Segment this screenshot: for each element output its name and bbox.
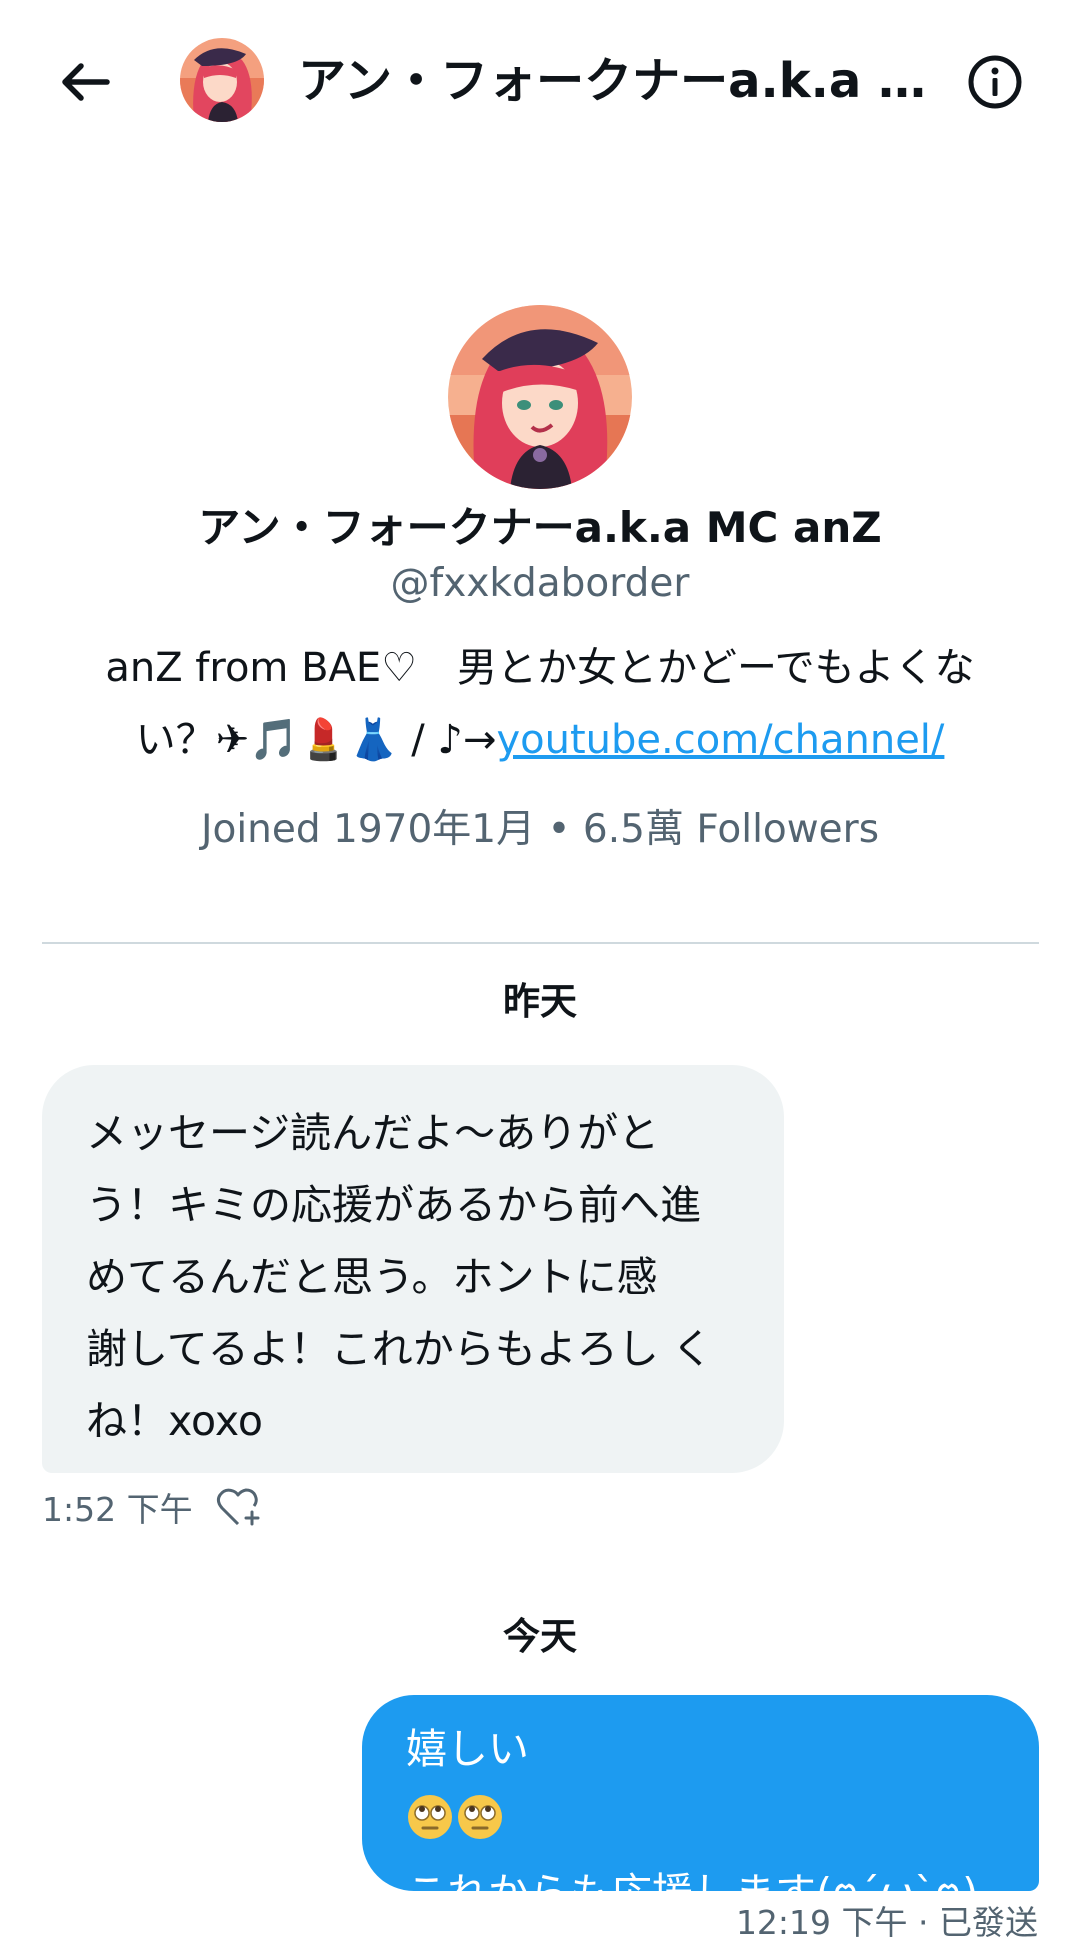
profile-name: アン・フォークナーa.k.a MC anZ	[198, 503, 882, 552]
date-separator-today: 今天	[503, 1615, 577, 1658]
bio-link[interactable]: youtube.com/channel/	[496, 717, 944, 763]
profile-avatar[interactable]	[448, 305, 632, 489]
back-button[interactable]	[55, 52, 115, 112]
followers-count[interactable]: 6.5萬 Followers	[583, 807, 879, 852]
message-text: メッセージ読んだよ〜ありがと う！キミの応援があるから前へ進 めてるんだと思う。…	[86, 1097, 744, 1457]
message-line: ね！xoxo	[86, 1397, 263, 1445]
arrow-left-icon	[62, 63, 110, 101]
message-time: 1:52 下午	[42, 1490, 193, 1529]
conversation-title[interactable]: アン・フォークナーa.k.a MC anZ	[298, 48, 953, 114]
outgoing-message-bubble[interactable]: 嬉しい これからも応援します(ฅ´ω`ฅ)	[362, 1695, 1039, 1917]
message-line-text: 嬉しい	[406, 1725, 529, 1773]
profile-bio: anZ from BAE♡ 男とか女とかどーでもよくな い？✈🎵💄👗 / ♪→y…	[60, 632, 1020, 776]
bio-line: い？✈🎵💄👗 / ♪→youtube.com/channel/	[60, 704, 1020, 776]
info-circle-icon	[968, 55, 1022, 109]
bio-line: anZ from BAE♡ 男とか女とかどーでもよくな	[105, 645, 975, 691]
divider	[42, 942, 1039, 944]
message-line: 嬉しい	[406, 1713, 1009, 1857]
header-avatar[interactable]	[180, 38, 264, 122]
profile-handle[interactable]: @fxxkdaborder	[0, 556, 1080, 612]
joined-date: Joined 1970年1月	[200, 807, 536, 852]
outgoing-message-meta: 12:19 下午 · 已發送	[735, 1903, 1038, 1942]
message-line: めてるんだと思う。ホントに感	[86, 1253, 658, 1301]
profile-meta: Joined 1970年1月 • 6.5萬 Followers	[0, 800, 1080, 860]
incoming-message-bubble[interactable]: メッセージ読んだよ〜ありがと う！キミの応援があるから前へ進 めてるんだと思う。…	[42, 1065, 784, 1473]
bio-text: い？✈🎵💄👗 / ♪→	[135, 717, 497, 763]
react-button[interactable]	[215, 1483, 263, 1531]
avatar-illustration	[180, 38, 264, 122]
meta-separator: •	[547, 807, 571, 852]
message-line: メッセージ読んだよ〜ありがと	[86, 1109, 660, 1157]
face-with-rolling-eyes-icon	[458, 1795, 502, 1839]
face-with-rolling-eyes-icon	[408, 1795, 452, 1839]
info-button[interactable]	[965, 52, 1025, 112]
heart-add-icon	[216, 1488, 260, 1526]
message-text: 嬉しい これからも応援します(ฅ´ω`ฅ)	[406, 1713, 1009, 1929]
avatar-illustration	[448, 305, 632, 489]
message-line: う！キミの応援があるから前へ進	[86, 1181, 701, 1229]
message-line: 謝してるよ！これからもよろし く	[86, 1325, 713, 1373]
date-separator-yesterday: 昨天	[503, 980, 577, 1023]
conversation-header: アン・フォークナーa.k.a MC anZ	[0, 0, 1080, 160]
incoming-message-meta: 1:52 下午	[42, 1482, 263, 1532]
